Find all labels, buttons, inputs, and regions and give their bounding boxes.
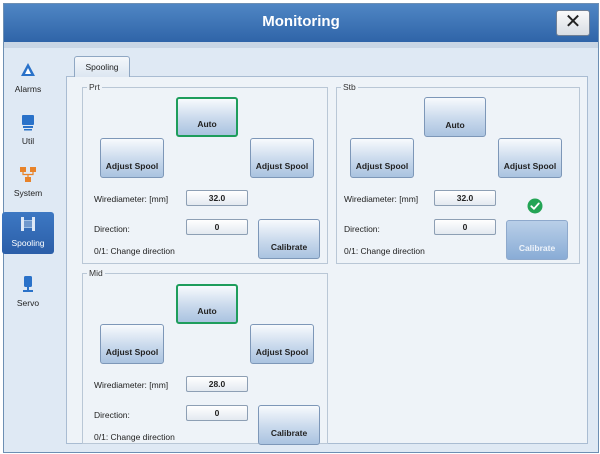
prt-adjust-spool-right-button[interactable]: Adjust Spool	[250, 138, 314, 178]
nav-item-label: Util	[21, 136, 35, 146]
mid-group-title: Mid	[89, 268, 103, 278]
nav-item-util[interactable]: Util	[2, 110, 54, 152]
prt-direction-label: Direction:	[94, 224, 130, 234]
mid-adjust-spool-left-button[interactable]: Adjust Spool	[100, 324, 164, 364]
prt-adjust-spool-left-button[interactable]: Adjust Spool	[100, 138, 164, 178]
mid-direction-field[interactable]: 0	[186, 405, 248, 421]
stb-wirediameter-label: Wirediameter: [mm]	[344, 194, 419, 204]
mid-calibrate-button[interactable]: Calibrate	[258, 405, 320, 445]
util-monitor-icon	[22, 115, 34, 131]
system-network-icon	[20, 167, 36, 182]
tab-spooling[interactable]: Spooling	[74, 56, 130, 77]
stb-direction-label: Direction:	[344, 224, 380, 234]
close-button[interactable]: ✕	[556, 10, 590, 36]
stb-auto-button[interactable]: Auto	[424, 97, 486, 137]
prt-calibrate-button[interactable]: Calibrate	[258, 219, 320, 259]
window-title: Monitoring	[262, 13, 340, 30]
check-icon	[527, 198, 543, 214]
spool-winch-icon	[21, 217, 35, 231]
stb-group-title: Stb	[343, 82, 356, 92]
nav-item-label: Alarms	[14, 84, 42, 94]
stb-wirediameter-field[interactable]: 32.0	[434, 190, 496, 206]
nav-item-system[interactable]: System	[2, 162, 54, 204]
mid-change-direction-hint: 0/1: Change direction	[94, 432, 175, 442]
title-bar-underline	[4, 42, 598, 48]
mid-adjust-spool-right-button[interactable]: Adjust Spool	[250, 324, 314, 364]
mid-direction-label: Direction:	[94, 410, 130, 420]
alarm-triangle-icon	[21, 63, 35, 76]
mid-auto-button[interactable]: Auto	[176, 284, 238, 324]
stb-adjust-spool-left-button[interactable]: Adjust Spool	[350, 138, 414, 178]
nav-item-label: System	[13, 188, 43, 198]
prt-wirediameter-field[interactable]: 32.0	[186, 190, 248, 206]
nav-item-label: Servo	[16, 298, 40, 308]
mid-wirediameter-field[interactable]: 28.0	[186, 376, 248, 392]
stb-calibrate-button[interactable]: Calibrate	[506, 220, 568, 260]
stb-direction-field[interactable]: 0	[434, 219, 496, 235]
servo-motor-icon	[23, 276, 33, 292]
prt-direction-field[interactable]: 0	[186, 219, 248, 235]
prt-group-title: Prt	[89, 82, 100, 92]
prt-wirediameter-label: Wirediameter: [mm]	[94, 194, 169, 204]
nav-item-alarms[interactable]: Alarms	[2, 58, 54, 100]
mid-wirediameter-label: Wirediameter: [mm]	[94, 380, 169, 390]
prt-change-direction-hint: 0/1: Change direction	[94, 246, 175, 256]
close-icon: ✕	[564, 11, 582, 33]
stb-change-direction-hint: 0/1: Change direction	[344, 246, 425, 256]
stb-adjust-spool-right-button[interactable]: Adjust Spool	[498, 138, 562, 178]
nav-item-spooling[interactable]: Spooling	[2, 212, 54, 254]
prt-auto-button[interactable]: Auto	[176, 97, 238, 137]
nav-item-servo[interactable]: Servo	[2, 272, 54, 314]
nav-item-label: Spooling	[11, 238, 45, 248]
